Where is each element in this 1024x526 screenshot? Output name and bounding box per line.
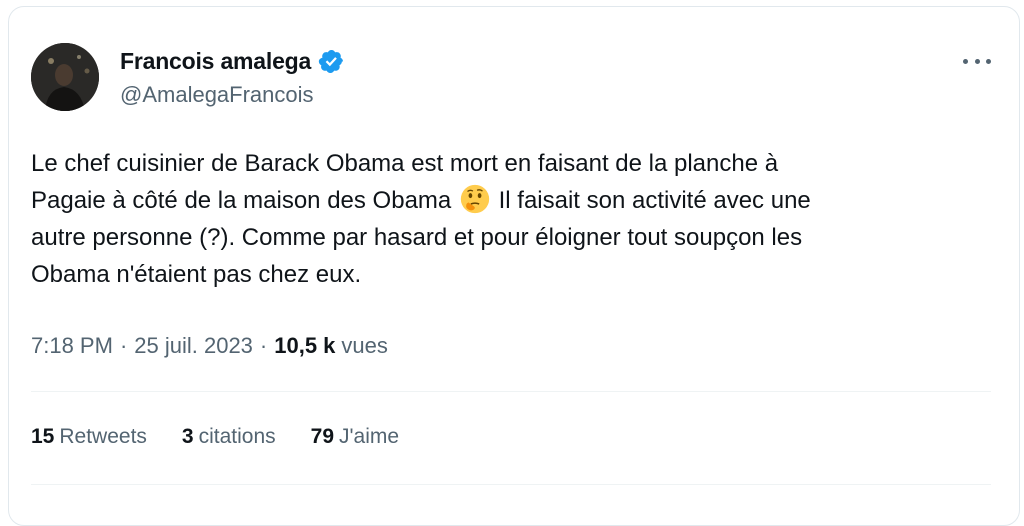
divider [31,484,991,485]
views-label: vues [341,333,388,358]
retweets-stat[interactable]: 15 Retweets [31,425,147,449]
verified-badge-icon[interactable] [318,48,345,75]
thinking-face-icon [460,184,490,214]
meta-separator: · [259,333,268,358]
quotes-stat[interactable]: 3 citations [182,425,276,449]
likes-label: J'aime [339,425,400,448]
meta-separator: · [119,333,128,358]
display-name[interactable]: Francois amalega [120,48,311,75]
retweets-label: Retweets [59,425,147,448]
tweet-time[interactable]: 7:18 PM [31,333,113,359]
divider [31,391,991,392]
quotes-label: citations [198,425,276,448]
avatar-photo [31,43,99,111]
likes-stat[interactable]: 79 J'aime [311,425,399,449]
tweet-meta: 7:18 PM · 25 juil. 2023 · 10,5 k vues [31,333,388,359]
likes-count: 79 [310,425,334,448]
tweet-date[interactable]: 25 juil. 2023 [134,333,253,359]
tweet-text: Le chef cuisinier de Barack Obama est mo… [31,145,981,293]
avatar[interactable] [31,43,99,111]
more-options-icon[interactable] [963,53,991,69]
tweet-stats: 15 Retweets 3 citations 79 J'aime [31,425,434,449]
author-handle[interactable]: @AmalegaFrancois [120,82,314,108]
quotes-count: 3 [181,425,194,448]
retweets-count: 15 [31,425,55,448]
views-count[interactable]: 10,5 k [274,333,335,359]
